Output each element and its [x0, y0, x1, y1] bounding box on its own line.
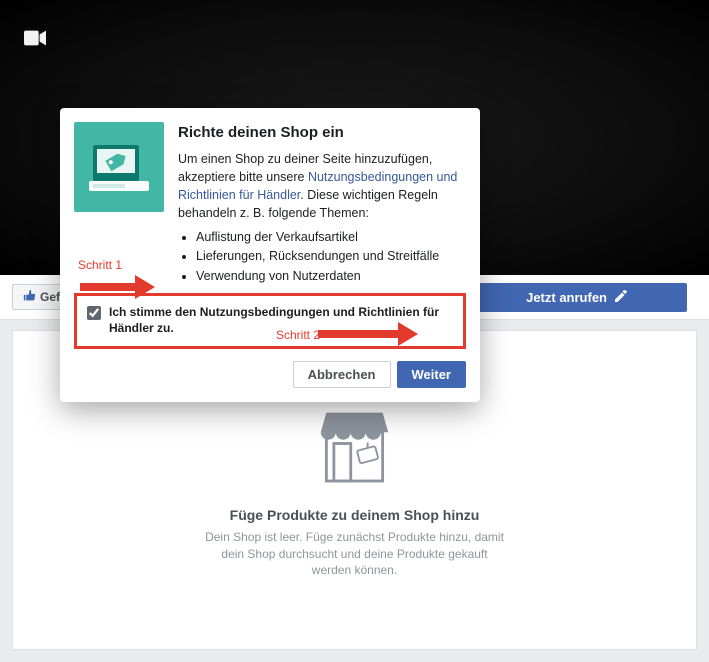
bullet-item: Lieferungen, Rücksendungen und Streitfäl… — [196, 247, 466, 265]
bullet-item: Auflistung der Verkaufsartikel — [196, 228, 466, 246]
continue-button[interactable]: Weiter — [397, 361, 467, 388]
modal-title: Richte deinen Shop ein — [178, 122, 466, 144]
agree-terms-box: Ich stimme den Nutzungsbedingungen und R… — [74, 293, 466, 349]
bullet-item: Verwendung von Nutzerdaten — [196, 267, 466, 285]
shop-price-tag-icon — [74, 122, 164, 212]
agree-terms-checkbox[interactable] — [87, 306, 101, 320]
modal-intro: Um einen Shop zu deiner Seite hinzuzufüg… — [178, 150, 466, 223]
modal-bullets: Auflistung der Verkaufsartikel Lieferung… — [196, 228, 466, 284]
agree-terms-label[interactable]: Ich stimme den Nutzungsbedingungen und R… — [109, 304, 453, 336]
setup-shop-modal: Richte deinen Shop ein Um einen Shop zu … — [60, 108, 480, 402]
cancel-button[interactable]: Abbrechen — [293, 361, 391, 388]
